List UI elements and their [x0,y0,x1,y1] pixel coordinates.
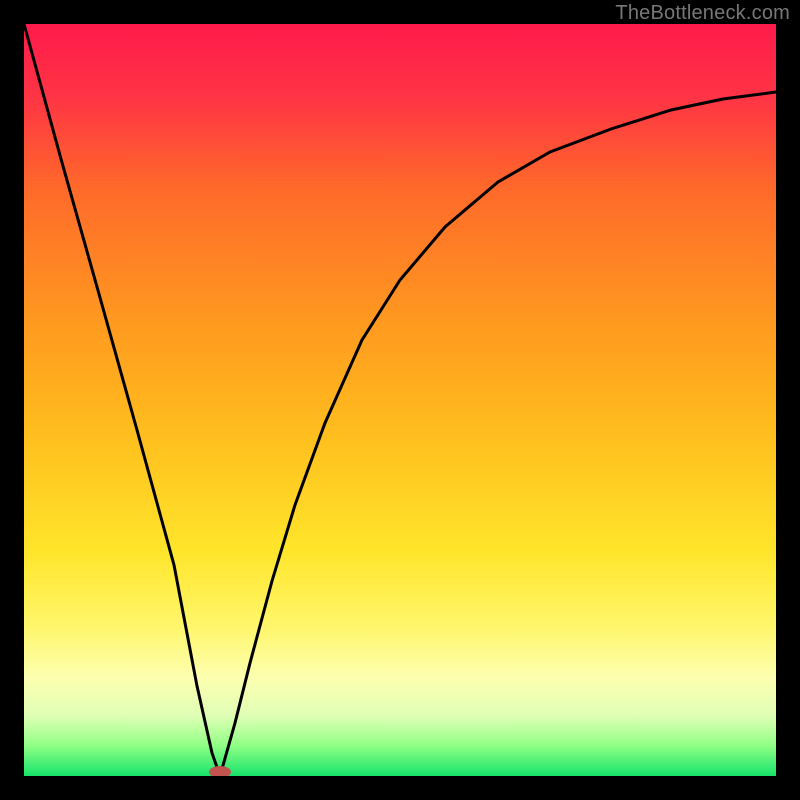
gradient-background [24,24,776,776]
watermark-text: TheBottleneck.com [615,2,790,25]
chart-frame [24,24,776,776]
bottleneck-chart [24,24,776,776]
